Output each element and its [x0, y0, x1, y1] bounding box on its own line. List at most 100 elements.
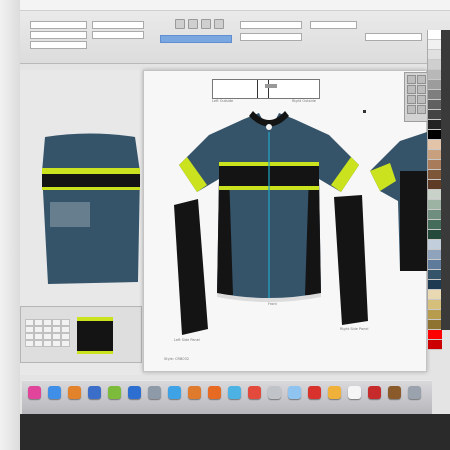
grid-cell[interactable]	[34, 333, 43, 340]
grid-cell[interactable]	[61, 340, 70, 347]
color-swatch[interactable]	[428, 200, 442, 210]
calendar-icon[interactable]	[348, 386, 361, 399]
grid-cell[interactable]	[43, 326, 52, 333]
grid-cell[interactable]	[34, 326, 43, 333]
itunes-icon[interactable]	[28, 386, 41, 399]
color-swatch[interactable]	[428, 160, 442, 170]
firefox-icon[interactable]	[208, 386, 221, 399]
trash-icon[interactable]	[408, 386, 421, 399]
color-swatch[interactable]	[428, 310, 442, 320]
tool-icon[interactable]	[407, 95, 416, 104]
tool-icon[interactable]	[407, 75, 416, 84]
app-sky-icon[interactable]	[228, 386, 241, 399]
color-swatch[interactable]	[428, 140, 442, 150]
app-brown-icon[interactable]	[388, 386, 401, 399]
right-side-panel[interactable]	[334, 195, 368, 325]
align-button[interactable]	[175, 19, 185, 29]
color-swatch[interactable]	[428, 250, 442, 260]
grid-cell[interactable]	[34, 340, 43, 347]
swatches-strip[interactable]	[427, 30, 442, 350]
photoshop-icon[interactable]	[88, 386, 101, 399]
color-swatch[interactable]	[428, 270, 442, 280]
color-swatch[interactable]	[428, 50, 442, 60]
grid-cell[interactable]	[52, 319, 61, 326]
tool-panel[interactable]	[404, 72, 428, 122]
color-swatch[interactable]	[428, 70, 442, 80]
color-picker-panel[interactable]	[20, 306, 142, 363]
align-button[interactable]	[214, 19, 224, 29]
app-silver-icon[interactable]	[268, 386, 281, 399]
align-button[interactable]	[201, 19, 211, 29]
color-swatch[interactable]	[428, 120, 442, 130]
app-blue-icon[interactable]	[128, 386, 141, 399]
app-grey-icon[interactable]	[148, 386, 161, 399]
option-field[interactable]	[30, 21, 87, 29]
color-swatch[interactable]	[428, 100, 442, 110]
tool-icon[interactable]	[417, 105, 426, 114]
color-swatch[interactable]	[428, 40, 442, 50]
color-swatch[interactable]	[428, 320, 442, 330]
menu-bar[interactable]	[0, 0, 450, 11]
color-swatch[interactable]	[428, 280, 442, 290]
option-field[interactable]	[30, 31, 87, 39]
option-field[interactable]	[240, 33, 302, 41]
option-field[interactable]	[240, 21, 302, 29]
grid-cell[interactable]	[25, 319, 34, 326]
color-swatch[interactable]	[428, 330, 442, 340]
color-swatch[interactable]	[428, 260, 442, 270]
grid-cell[interactable]	[61, 333, 70, 340]
option-field[interactable]	[92, 21, 144, 29]
grid-cell[interactable]	[61, 319, 70, 326]
grid-cell[interactable]	[43, 319, 52, 326]
color-swatch[interactable]	[428, 220, 442, 230]
app-orange-icon[interactable]	[188, 386, 201, 399]
app-lightblue-icon[interactable]	[288, 386, 301, 399]
pdf-icon[interactable]	[308, 386, 321, 399]
align-button[interactable]	[188, 19, 198, 29]
tool-icon[interactable]	[417, 95, 426, 104]
tool-icon[interactable]	[407, 105, 416, 114]
grid-cell[interactable]	[25, 333, 34, 340]
grid-cell[interactable]	[43, 340, 52, 347]
color-swatch[interactable]	[428, 150, 442, 160]
chrome-icon[interactable]	[248, 386, 261, 399]
color-swatch[interactable]	[428, 340, 442, 350]
illustrator-icon[interactable]	[68, 386, 81, 399]
grid-cell[interactable]	[52, 340, 61, 347]
jersey-back-piece[interactable]	[40, 132, 140, 287]
color-swatch[interactable]	[428, 180, 442, 190]
app-red-icon[interactable]	[368, 386, 381, 399]
color-swatch[interactable]	[428, 30, 442, 40]
option-field[interactable]	[30, 41, 87, 49]
color-swatch[interactable]	[428, 130, 442, 140]
color-swatch[interactable]	[428, 210, 442, 220]
tool-icon[interactable]	[417, 75, 426, 84]
grid-cell[interactable]	[34, 319, 43, 326]
grid-cell[interactable]	[25, 326, 34, 333]
color-swatch[interactable]	[428, 290, 442, 300]
color-swatch[interactable]	[428, 90, 442, 100]
selected-option[interactable]	[160, 35, 232, 43]
color-swatch[interactable]	[428, 60, 442, 70]
finder-icon[interactable]	[48, 386, 61, 399]
option-field[interactable]	[310, 21, 357, 29]
grid-cell[interactable]	[25, 340, 34, 347]
grid-cell[interactable]	[61, 326, 70, 333]
safari-icon[interactable]	[168, 386, 181, 399]
color-swatch[interactable]	[428, 300, 442, 310]
color-swatch[interactable]	[428, 110, 442, 120]
tool-icon[interactable]	[407, 85, 416, 94]
color-swatch[interactable]	[428, 240, 442, 250]
color-swatch[interactable]	[428, 170, 442, 180]
color-swatch[interactable]	[428, 190, 442, 200]
notes-icon[interactable]	[328, 386, 341, 399]
jersey-back-partial[interactable]	[370, 131, 430, 271]
collar-template[interactable]	[212, 79, 320, 99]
option-field[interactable]	[365, 33, 422, 41]
app-green-icon[interactable]	[108, 386, 121, 399]
color-swatch[interactable]	[428, 80, 442, 90]
artboard[interactable]: Left Outside Right Outside Front Left Si…	[143, 70, 430, 372]
option-field[interactable]	[92, 31, 144, 39]
grid-cell[interactable]	[43, 333, 52, 340]
tool-icon[interactable]	[417, 85, 426, 94]
